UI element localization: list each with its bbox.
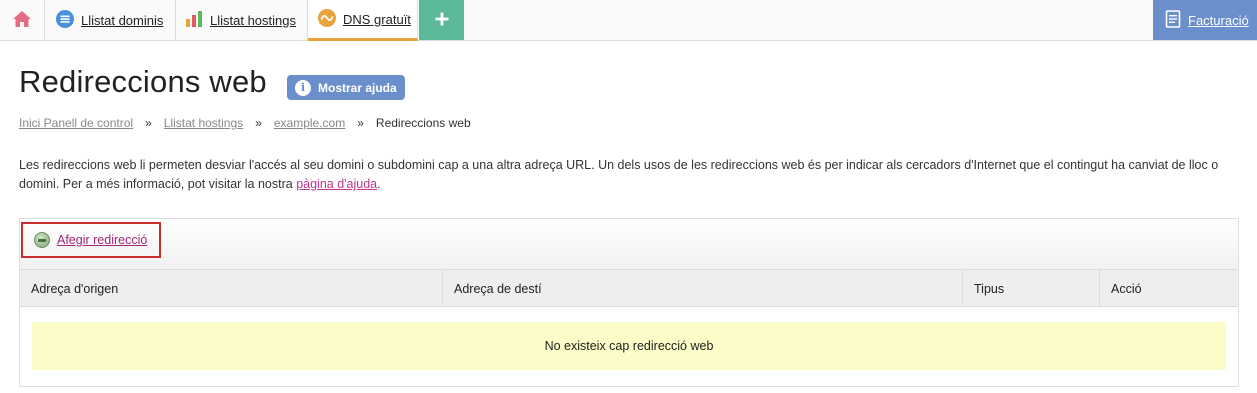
redirects-panel: Afegir redirecció Adreça d'origen Adreça… xyxy=(19,218,1239,387)
billing-tab[interactable]: Facturació xyxy=(1153,0,1257,40)
column-header-type: Tipus xyxy=(963,270,1100,307)
tab-free-dns[interactable]: DNS gratuït xyxy=(308,0,418,41)
column-header-destination: Adreça de destí xyxy=(443,270,963,307)
breadcrumb-current: Redireccions web xyxy=(375,116,471,130)
description-end: . xyxy=(377,177,381,191)
billing-tab-label[interactable]: Facturació xyxy=(1188,13,1249,28)
column-header-action: Acció xyxy=(1111,281,1142,296)
tab-domain-list-label[interactable]: Llistat dominis xyxy=(81,13,163,28)
table-header: Adreça d'origen Adreça de destí Tipus Ac… xyxy=(20,270,1238,307)
bar-chart-icon xyxy=(185,10,203,31)
add-redirect-icon xyxy=(34,232,50,248)
page-description: Les redireccions web li permeten desviar… xyxy=(19,156,1244,194)
empty-table-message: No existeix cap redirecció web xyxy=(32,322,1226,370)
plus-icon[interactable] xyxy=(435,12,449,29)
show-help-button[interactable]: i Mostrar ajuda xyxy=(287,75,405,100)
show-help-label: Mostrar ajuda xyxy=(318,80,397,95)
document-icon xyxy=(1165,9,1181,31)
home-tab[interactable] xyxy=(0,0,45,40)
breadcrumb-separator: » xyxy=(255,116,262,130)
add-redirect-label[interactable]: Afegir redirecció xyxy=(57,233,147,247)
breadcrumb-home[interactable]: Inici Panell de control xyxy=(19,116,133,130)
dns-icon xyxy=(318,8,336,30)
tab-free-dns-label[interactable]: DNS gratuït xyxy=(343,12,411,27)
breadcrumb-domain[interactable]: example.com xyxy=(274,116,345,130)
info-icon: i xyxy=(295,79,311,96)
add-tab-button[interactable] xyxy=(419,0,464,40)
help-page-link[interactable]: pàgina d'ajuda xyxy=(296,177,377,191)
tab-domain-list[interactable]: Llistat dominis xyxy=(45,0,176,40)
breadcrumb-separator: » xyxy=(357,116,364,130)
breadcrumb: Inici Panell de control » Llistat hostin… xyxy=(19,116,471,130)
column-header-origin: Adreça d'origen xyxy=(20,270,443,307)
breadcrumb-separator: » xyxy=(145,116,152,130)
home-icon[interactable] xyxy=(12,10,32,31)
breadcrumb-hosting-list[interactable]: Llistat hostings xyxy=(164,116,243,130)
tab-hosting-list[interactable]: Llistat hostings xyxy=(176,0,308,40)
tab-hosting-list-label[interactable]: Llistat hostings xyxy=(210,13,296,28)
list-icon xyxy=(56,9,74,31)
add-redirect-button[interactable]: Afegir redirecció xyxy=(21,222,161,258)
page-title: Redireccions web xyxy=(19,64,267,99)
description-text: Les redireccions web li permeten desviar… xyxy=(19,158,1219,191)
panel-toolbar: Afegir redirecció xyxy=(20,219,1238,270)
top-navigation: Llistat dominis Llistat hostings DNS gra… xyxy=(0,0,1257,41)
